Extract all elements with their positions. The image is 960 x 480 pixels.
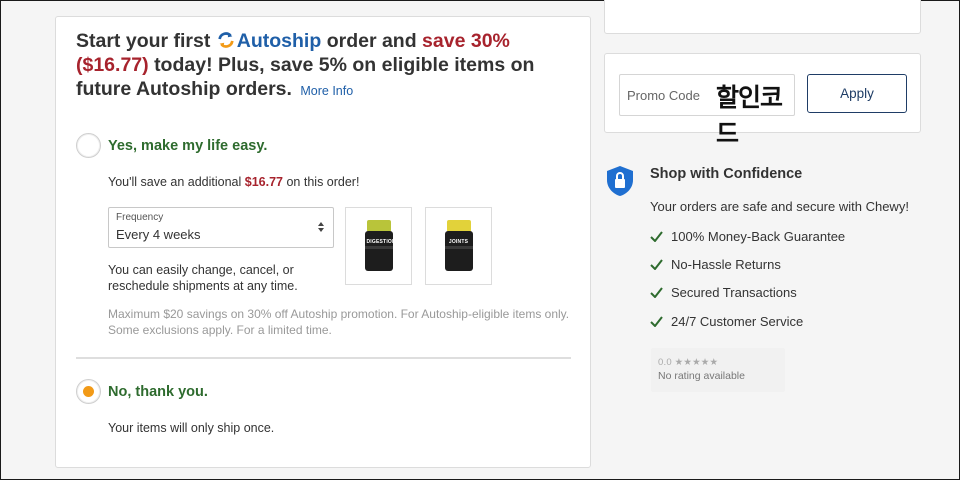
confidence-title: Shop with Confidence <box>650 166 803 182</box>
order-summary-card <box>604 0 921 34</box>
headline-part2: order and <box>326 30 417 52</box>
guarantee-item: 24/7 Customer Service <box>650 314 803 329</box>
guarantee-item: Secured Transactions <box>650 285 797 300</box>
option-no-label: No, thank you. <box>108 383 208 400</box>
promo-placeholder: Promo Code <box>627 88 700 103</box>
guarantee-text: No-Hassle Returns <box>671 257 781 272</box>
jar-stripe <box>364 246 393 249</box>
check-icon <box>650 259 663 270</box>
option-yes-label: Yes, make my life easy. <box>108 137 268 154</box>
guarantee-item: 100% Money-Back Guarantee <box>650 229 845 244</box>
autoship-headline: Start your first Autoship order and save… <box>76 29 576 103</box>
guarantee-text: Secured Transactions <box>671 285 797 300</box>
option-yes[interactable]: Yes, make my life easy. <box>76 133 267 158</box>
apply-button[interactable]: Apply <box>807 74 907 113</box>
rating-stars-icon: ★★★★★ <box>674 357 719 368</box>
guarantee-text: 100% Money-Back Guarantee <box>671 229 846 244</box>
change-note-line2: reschedule shipments at any time. <box>108 279 298 293</box>
rating-badge: 0.0 ★★★★★ No rating available <box>651 348 785 392</box>
change-note-line1: You can easily change, cancel, or <box>108 263 294 277</box>
frequency-select[interactable]: Frequency Every 4 weeks <box>108 207 334 248</box>
promo-card: Promo Code 할인코드 Apply <box>604 53 921 148</box>
jar-stripe <box>444 246 473 249</box>
ship-once-text: Your items will only ship once. <box>108 421 275 435</box>
guarantee-item: No-Hassle Returns <box>650 257 781 272</box>
shield-lock-icon <box>607 166 633 196</box>
fine-print: Maximum $20 savings on 30% off Autoship … <box>108 307 570 337</box>
autoship-card: Start your first Autoship order and save… <box>55 16 591 468</box>
option-divider <box>76 357 571 359</box>
option-no[interactable]: No, thank you. <box>76 379 208 404</box>
updown-arrow-icon <box>318 222 324 232</box>
autoship-brand-text: Autoship <box>236 30 322 52</box>
promo-overlay-text: 할인코드 <box>716 83 783 148</box>
radio-yes[interactable] <box>76 133 101 158</box>
savings-suffix: on this order! <box>286 175 360 189</box>
savings-amount: $16.77 <box>244 175 283 189</box>
savings-line: You'll save an additional $16.77 on this… <box>108 175 359 189</box>
check-icon <box>650 231 663 242</box>
autoship-logo-icon <box>218 32 234 48</box>
guarantee-text: 24/7 Customer Service <box>671 314 804 329</box>
frequency-value: Every 4 weeks <box>116 227 201 242</box>
check-icon <box>650 316 663 327</box>
rating-text: No rating available <box>658 370 745 382</box>
check-icon <box>650 287 663 298</box>
promo-code-input[interactable]: Promo Code 할인코드 <box>619 74 795 148</box>
radio-no[interactable] <box>76 379 101 404</box>
rating-score-line: 0.0 ★★★★★ <box>658 357 718 368</box>
more-info-link[interactable]: More Info <box>300 84 353 98</box>
confidence-subtitle: Your orders are safe and secure with Che… <box>650 199 909 214</box>
frequency-label: Frequency <box>116 212 164 223</box>
savings-prefix: You'll save an additional <box>108 175 242 189</box>
jar-label: JOINTS <box>448 239 469 245</box>
rating-score: 0.0 <box>658 357 672 368</box>
headline-part1: Start your first <box>76 30 211 52</box>
jar-label: DIGESTION <box>366 239 396 245</box>
